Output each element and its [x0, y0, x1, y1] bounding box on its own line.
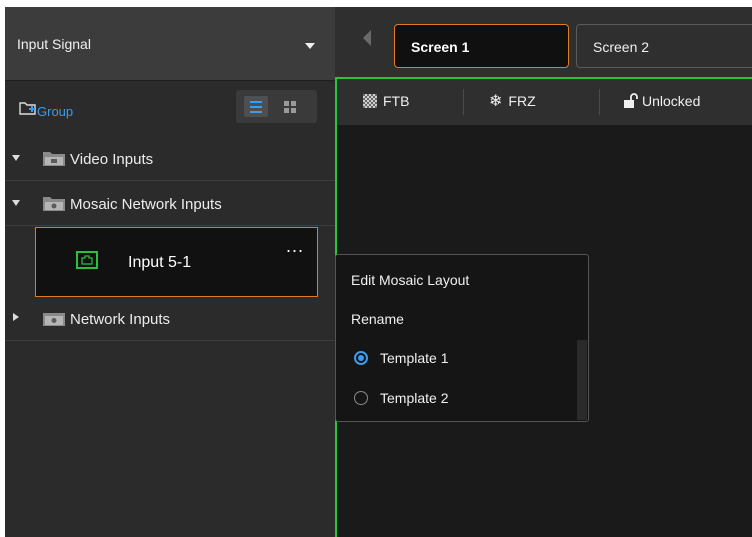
expand-arrow-icon[interactable]: [12, 200, 20, 206]
add-folder-icon: [19, 102, 36, 115]
folder-network-icon: [43, 197, 65, 211]
scroll-left-icon[interactable]: [363, 30, 371, 46]
menu-item-label: Rename: [351, 311, 404, 327]
input-item[interactable]: Input 5-1 ...: [35, 227, 318, 297]
toolbar-divider: [599, 89, 600, 115]
radio-unselected-icon[interactable]: [354, 391, 368, 405]
frz-label: FRZ: [508, 93, 536, 109]
input-context-menu: Edit Mosaic Layout Rename Template 1 Tem…: [335, 254, 589, 422]
input-label: Input 5-1: [128, 254, 192, 271]
menu-scrollbar[interactable]: [577, 340, 587, 420]
group-label: Video Inputs: [70, 151, 154, 168]
tab-label: Screen 2: [593, 39, 650, 55]
toolbar-divider: [463, 89, 464, 115]
template-option-2[interactable]: Template 2: [336, 379, 586, 417]
folder-network-icon: [43, 313, 65, 326]
menu-item-edit-mosaic-layout[interactable]: Edit Mosaic Layout: [336, 260, 586, 298]
input-source-glyph: [81, 255, 93, 265]
unlock-icon: [624, 93, 638, 108]
screen-tab-bar: Screen 1 Screen 2: [335, 7, 752, 77]
ftb-icon: [363, 94, 377, 108]
chevron-down-icon[interactable]: [305, 43, 315, 49]
lock-label: Unlocked: [642, 93, 701, 109]
radio-selected-icon[interactable]: [354, 351, 368, 365]
input-source-icon: [76, 251, 98, 269]
input-signal-panel: Input Signal Group Video Inputs Mosaic N…: [5, 7, 335, 537]
tab-screen-2[interactable]: Screen 2: [576, 24, 752, 68]
list-view-button[interactable]: [244, 96, 268, 117]
folder-video-icon: [43, 152, 65, 166]
frz-button[interactable]: ❄ FRZ: [489, 89, 536, 113]
menu-item-label: Edit Mosaic Layout: [351, 272, 470, 288]
collapse-arrow-icon[interactable]: [13, 313, 19, 321]
more-options-button[interactable]: ...: [286, 236, 304, 257]
add-group-button[interactable]: Group: [19, 96, 73, 120]
group-mosaic-network-inputs[interactable]: Mosaic Network Inputs: [5, 182, 335, 226]
ftb-label: FTB: [383, 93, 410, 109]
menu-item-rename[interactable]: Rename: [336, 299, 586, 337]
source-toolbar: Group: [5, 82, 335, 135]
lock-toggle-button[interactable]: Unlocked: [622, 89, 700, 113]
group-label: Network Inputs: [70, 311, 171, 328]
screen-toolbar: FTB ❄ FRZ Unlocked: [337, 79, 752, 125]
template-label: Template 2: [380, 390, 449, 406]
input-signal-title: Input Signal: [17, 36, 91, 52]
ftb-button[interactable]: FTB: [363, 89, 409, 113]
grid-view-button[interactable]: [278, 96, 302, 117]
tab-label: Screen 1: [411, 39, 470, 55]
group-label: Mosaic Network Inputs: [70, 196, 222, 213]
view-toggle: [236, 90, 317, 123]
input-signal-dropdown[interactable]: Input Signal: [5, 7, 335, 81]
grid-icon: [284, 101, 296, 113]
template-option-1[interactable]: Template 1: [336, 339, 586, 377]
tab-screen-1[interactable]: Screen 1: [394, 24, 569, 68]
snowflake-icon: ❄: [489, 93, 503, 110]
expand-arrow-icon[interactable]: [12, 155, 20, 161]
group-network-inputs[interactable]: Network Inputs: [5, 297, 335, 341]
group-video-inputs[interactable]: Video Inputs: [5, 137, 335, 181]
add-group-label: Group: [37, 103, 74, 119]
template-label: Template 1: [380, 350, 449, 366]
list-icon: [250, 101, 262, 113]
